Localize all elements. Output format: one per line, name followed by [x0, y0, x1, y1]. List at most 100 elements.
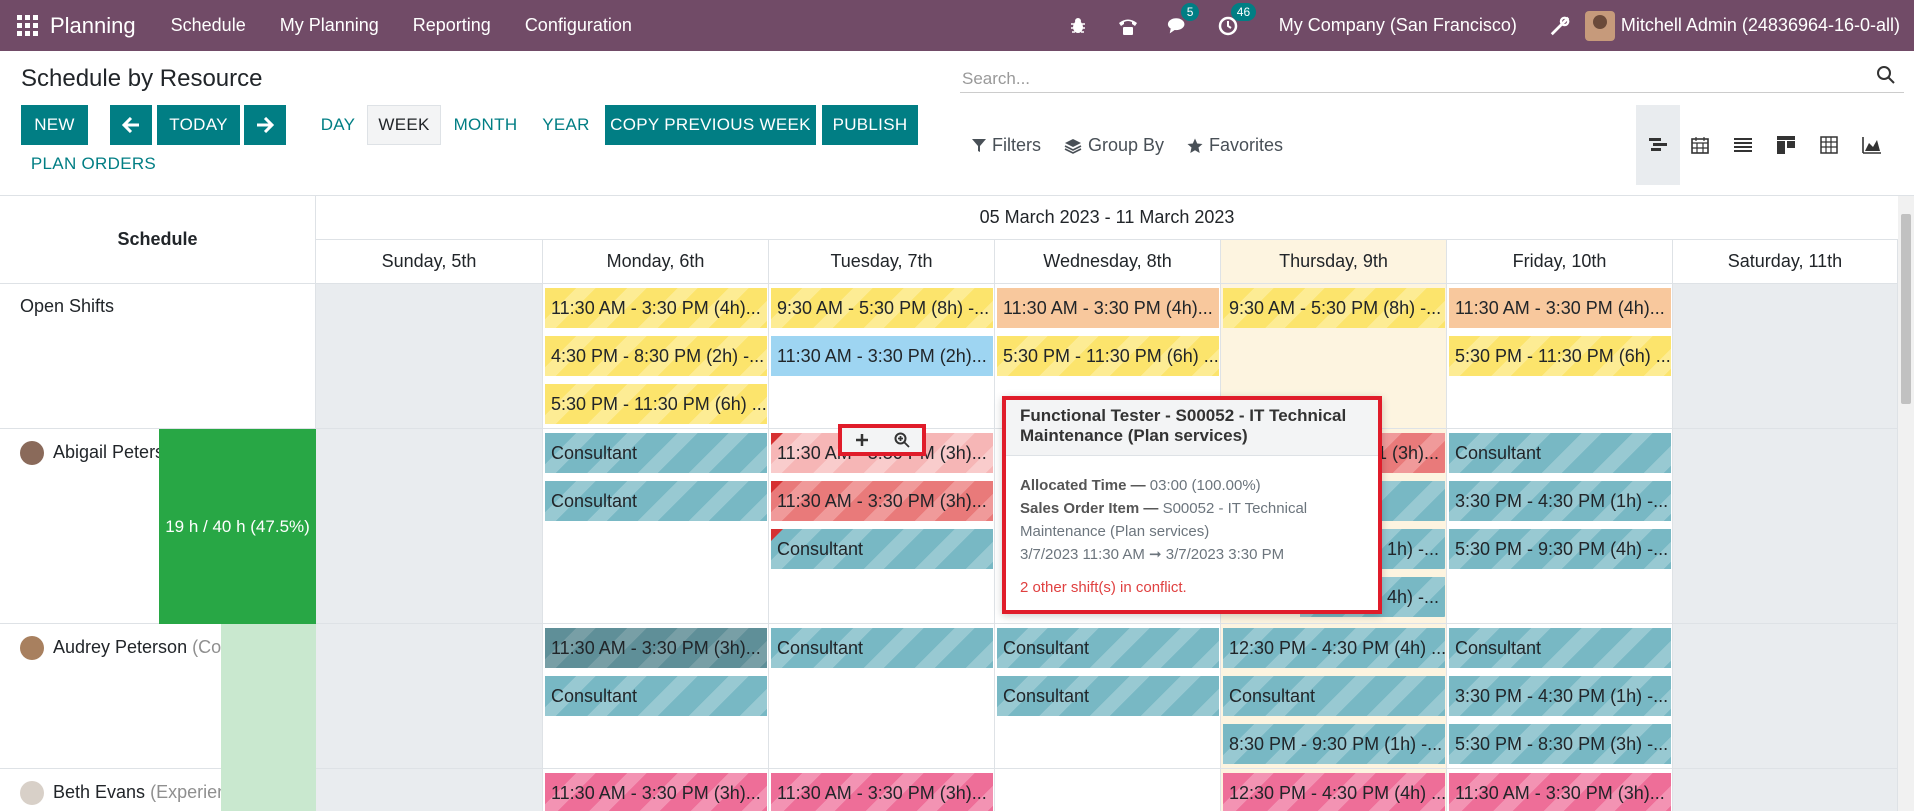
shift-pill[interactable]: Consultant — [997, 628, 1219, 668]
gantt-cell[interactable] — [995, 769, 1221, 811]
shift-pill[interactable]: Consultant — [545, 676, 767, 716]
favorites-toggle[interactable]: Favorites — [1187, 135, 1283, 156]
shift-pill[interactable]: 12:30 PM - 4:30 PM (4h) ... — [1223, 773, 1445, 811]
shift-pill[interactable]: 4:30 PM - 8:30 PM (2h) -... — [545, 336, 767, 376]
gantt-cell[interactable] — [316, 624, 543, 769]
shift-pill[interactable]: Consultant — [1449, 628, 1671, 668]
area-chart-icon — [1862, 137, 1881, 154]
today-button[interactable]: TODAY — [157, 105, 240, 145]
list-view-button[interactable] — [1721, 105, 1765, 185]
shift-pill-conflict[interactable]: Consultant — [771, 529, 993, 569]
shift-pill[interactable]: 11:30 AM - 3:30 PM (4h)... — [1449, 288, 1671, 328]
company-switcher[interactable]: My Company (San Francisco) — [1279, 15, 1517, 36]
shift-pill[interactable]: Consultant — [1449, 433, 1671, 473]
shift-pill[interactable]: 11:30 AM - 3:30 PM (3h)... — [545, 773, 767, 811]
previous-button[interactable] — [110, 105, 152, 145]
shift-pill[interactable]: Consultant — [997, 676, 1219, 716]
new-button[interactable]: NEW — [21, 105, 88, 145]
shift-pill[interactable]: 5:30 PM - 11:30 PM (6h) ... — [545, 384, 767, 424]
shift-pill-conflict[interactable]: 11:30 AM - 3:30 PM (3h)... — [771, 481, 993, 521]
app-menu-icon[interactable] — [14, 13, 40, 39]
plus-icon[interactable] — [842, 428, 882, 452]
shift-pill[interactable]: 8:30 PM - 9:30 PM (1h) -... — [1223, 724, 1445, 764]
gantt-cell[interactable] — [316, 769, 543, 811]
day-header-tuesday: Tuesday, 7th — [769, 240, 995, 284]
phone-icon[interactable] — [1117, 15, 1139, 37]
workload-bar — [221, 624, 316, 769]
next-button[interactable] — [244, 105, 286, 145]
scale-day[interactable]: DAY — [314, 105, 362, 145]
day-header-friday: Friday, 10th — [1447, 240, 1673, 284]
menu-reporting[interactable]: Reporting — [413, 15, 491, 36]
favorites-label: Favorites — [1209, 135, 1284, 155]
shift-pill[interactable]: 11:30 AM - 3:30 PM (3h)... — [771, 773, 993, 811]
menu-schedule[interactable]: Schedule — [171, 15, 246, 36]
gantt-cell[interactable] — [1673, 769, 1898, 811]
shift-pill[interactable]: 5:30 PM - 11:30 PM (6h) ... — [997, 336, 1219, 376]
shift-pill[interactable]: Consultant — [545, 433, 767, 473]
search-bar[interactable]: Search... — [960, 59, 1904, 93]
gantt-cell[interactable] — [1673, 284, 1898, 429]
user-menu[interactable]: Mitchell Admin (24836964-16-0-all) — [1584, 10, 1900, 41]
bug-icon[interactable] — [1067, 15, 1089, 37]
shift-pill[interactable]: 9:30 AM - 5:30 PM (8h) -... — [1223, 288, 1445, 328]
shift-pill[interactable]: Consultant — [1223, 676, 1445, 716]
shift-pill[interactable]: 11:30 AM - 3:30 PM (2h)... — [771, 336, 993, 376]
workload-bar — [221, 769, 316, 811]
shift-pill[interactable]: 11:30 AM - 3:30 PM (3h)... — [1449, 773, 1671, 811]
filters-label: Filters — [992, 135, 1041, 155]
gantt-header-label: Schedule — [0, 196, 316, 284]
pivot-view-button[interactable] — [1807, 105, 1851, 185]
zoom-icon[interactable] — [882, 428, 922, 452]
shift-dates: 3/7/2023 11:30 AM ➞ 3/7/2023 3:30 PM — [1020, 546, 1285, 563]
search-icon[interactable] — [1876, 65, 1896, 85]
gantt-view-button[interactable] — [1636, 105, 1680, 185]
shift-pill[interactable]: 9:30 AM - 5:30 PM (8h) -... — [771, 288, 993, 328]
activities-icon[interactable]: 46 — [1217, 2, 1257, 37]
workload-bar: 19 h / 40 h (47.5%) — [159, 429, 316, 624]
copy-previous-week-button[interactable]: COPY PREVIOUS WEEK — [605, 105, 816, 145]
gantt-date-range: 05 March 2023 - 11 March 2023 — [316, 196, 1898, 240]
shift-pill[interactable]: 11:30 AM - 3:30 PM (3h)... — [545, 628, 767, 668]
gantt-cell[interactable] — [316, 284, 543, 429]
shift-pill[interactable]: 5:30 PM - 8:30 PM (3h) -... — [1449, 724, 1671, 764]
shift-pill[interactable]: 12:30 PM - 4:30 PM (4h) ... — [1223, 628, 1445, 668]
scale-week[interactable]: WEEK — [367, 105, 441, 145]
app-name[interactable]: Planning — [50, 13, 136, 39]
scrollbar[interactable] — [1898, 196, 1914, 811]
day-header-sunday: Sunday, 5th — [316, 240, 543, 284]
shift-pill[interactable]: 11:30 AM - 3:30 PM (4h)... — [997, 288, 1219, 328]
avatar — [1584, 10, 1615, 41]
kanban-view-button[interactable] — [1764, 105, 1808, 185]
kanban-icon — [1777, 136, 1795, 154]
allocated-value: 03:00 (100.00%) — [1149, 477, 1261, 494]
menu-configuration[interactable]: Configuration — [525, 15, 632, 36]
search-input[interactable]: Search... — [962, 69, 1030, 89]
shift-pill[interactable]: 5:30 PM - 9:30 PM (4h) -... — [1449, 529, 1671, 569]
plan-orders-button[interactable]: PLAN ORDERS — [21, 146, 166, 182]
publish-button[interactable]: PUBLISH — [822, 105, 918, 145]
list-icon — [1734, 138, 1752, 152]
shift-pill[interactable]: 5:30 PM - 11:30 PM (6h) ... — [1449, 336, 1671, 376]
scale-month[interactable]: MONTH — [447, 105, 524, 145]
gantt-cell[interactable] — [1673, 624, 1898, 769]
shift-pill[interactable]: 11:30 AM - 3:30 PM (4h)... — [545, 288, 767, 328]
graph-view-button[interactable] — [1850, 105, 1894, 185]
messages-icon[interactable]: 5 — [1167, 2, 1200, 37]
calendar-view-button[interactable] — [1678, 105, 1722, 185]
scale-year[interactable]: YEAR — [537, 105, 595, 145]
gantt-cell[interactable] — [316, 429, 543, 624]
groupby-toggle[interactable]: Group By — [1064, 135, 1164, 156]
shift-pill[interactable]: Consultant — [771, 628, 993, 668]
scrollbar-thumb[interactable] — [1901, 214, 1911, 404]
shift-pill[interactable]: Consultant — [545, 481, 767, 521]
shift-pill[interactable]: 3:30 PM - 4:30 PM (1h) -... — [1449, 676, 1671, 716]
layers-icon — [1064, 138, 1082, 154]
gantt-cell[interactable] — [1673, 429, 1898, 624]
avatar — [20, 636, 44, 660]
filters-toggle[interactable]: Filters — [972, 135, 1041, 156]
calendar-icon — [1691, 137, 1709, 154]
tools-icon[interactable] — [1549, 15, 1571, 37]
shift-pill[interactable]: 3:30 PM - 4:30 PM (1h) -... — [1449, 481, 1671, 521]
menu-my-planning[interactable]: My Planning — [280, 15, 379, 36]
